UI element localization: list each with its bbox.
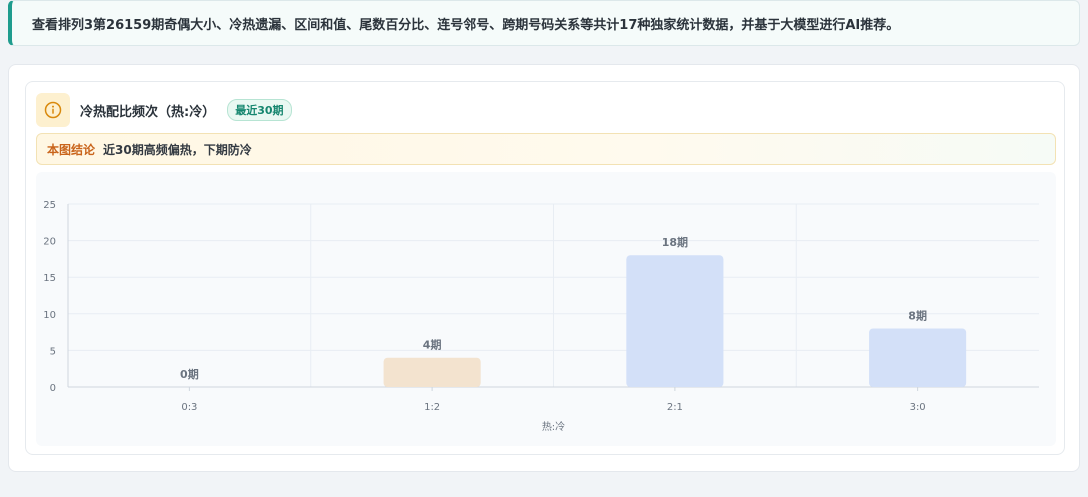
- y-tick-label: 20: [43, 237, 56, 248]
- period-badge: 最近30期: [227, 99, 292, 121]
- conclusion-label: 本图结论: [47, 142, 96, 157]
- y-tick-label: 15: [43, 273, 56, 284]
- bar-value-label: 18期: [662, 235, 688, 249]
- bar-value-label: 4期: [423, 338, 442, 352]
- y-tick-label: 25: [43, 200, 56, 211]
- bar-value-label: 0期: [180, 367, 199, 381]
- intro-banner: 查看排列3第26159期奇偶大小、冷热遗漏、区间和值、尾数百分比、连号邻号、跨期…: [8, 0, 1080, 46]
- stats-panel: 冷热配比频次（热:冷） 最近30期 本图结论 近30期高频偏热，下期防冷 0 5 1…: [8, 64, 1080, 472]
- x-tick-label: 1:2: [424, 402, 440, 413]
- conclusion-text: 近30期高频偏热，下期防冷: [103, 142, 252, 157]
- bar-2:1: [626, 255, 724, 387]
- intro-banner-text: 查看排列3第26159期奇偶大小、冷热遗漏、区间和值、尾数百分比、连号邻号、跨期…: [32, 17, 900, 33]
- conclusion-bar: 本图结论 近30期高频偏热，下期防冷: [36, 133, 1056, 165]
- x-tick-label: 2:1: [667, 402, 683, 413]
- x-tick-label: 0:3: [181, 402, 197, 413]
- y-tick-label: 5: [50, 346, 56, 357]
- bar-3:0: [869, 328, 967, 387]
- y-tick-label: 0: [50, 383, 56, 394]
- chart-area: 0 5 10 15 20 25 0期 0:3 4期 1:2 18期 2:1 8期 3:0 热:冷: [36, 172, 1056, 446]
- info-icon: [36, 93, 70, 127]
- card-title: 冷热配比频次（热:冷）: [80, 104, 216, 120]
- x-tick-label: 3:0: [910, 402, 926, 413]
- bar-chart: 0 5 10 15 20 25 0期 0:3 4期 1:2 18期 2:1 8期 3:0 热:冷: [43, 200, 1039, 433]
- bar-1:2: [383, 357, 481, 387]
- bar-value-label: 8期: [908, 308, 927, 322]
- y-tick-label: 10: [43, 310, 56, 321]
- card-header: 冷热配比频次（热:冷） 最近30期: [36, 92, 292, 128]
- hot-cold-ratio-card: 冷热配比频次（热:冷） 最近30期 本图结论 近30期高频偏热，下期防冷 0 5 1…: [25, 81, 1065, 455]
- x-axis-label: 热:冷: [542, 420, 565, 433]
